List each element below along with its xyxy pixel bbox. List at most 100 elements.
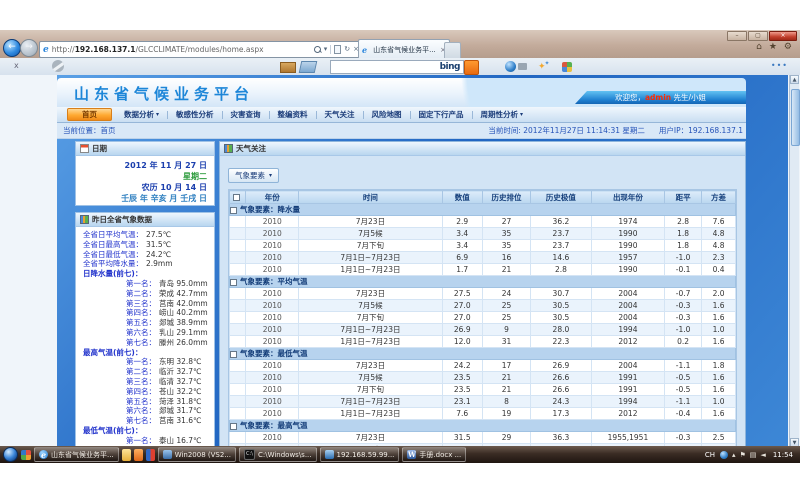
volume-icon[interactable]: ◄ bbox=[760, 451, 765, 459]
rank-label: 第一名： bbox=[126, 279, 156, 288]
group-row[interactable]: 气象要素：降水量 bbox=[230, 204, 736, 216]
nav-item-3[interactable]: 灾害查询 bbox=[223, 109, 269, 120]
cell: 2010 bbox=[246, 396, 299, 408]
group-row[interactable]: 气象要素：平均气温 bbox=[230, 276, 736, 288]
action-center-flag-icon[interactable]: ⚑ bbox=[740, 451, 746, 459]
table-row[interactable]: 20107月23日24.21726.92004-1.11.8 bbox=[230, 360, 736, 372]
cell: 14.6 bbox=[531, 252, 592, 264]
table-row[interactable]: 20101月1日~7月23日1.7212.81990-0.10.4 bbox=[230, 264, 736, 276]
start-button[interactable] bbox=[3, 447, 18, 462]
table-row[interactable]: 20101月1日~7月23日12.03122.320120.21.6 bbox=[230, 336, 736, 348]
scroll-up-arrow[interactable]: ▲ bbox=[790, 75, 799, 84]
nav-item-0[interactable]: 首页 bbox=[67, 108, 112, 121]
table-row[interactable]: 20107月1日~7月23日6.91614.61957-1.02.3 bbox=[230, 252, 736, 264]
nav-item-4[interactable]: 整编资料 bbox=[270, 109, 316, 120]
weather-panel-header: 天气关注 bbox=[220, 142, 745, 156]
table-row[interactable]: 20107月下旬3.43523.719901.84.8 bbox=[230, 240, 736, 252]
nav-item-1[interactable]: 数据分析▾ bbox=[116, 109, 167, 120]
minimize-button[interactable]: – bbox=[727, 31, 747, 41]
vertical-scrollbar[interactable]: ▲ ▼ bbox=[789, 75, 799, 447]
table-row[interactable]: 20107月5候27.02530.52004-0.31.6 bbox=[230, 300, 736, 312]
toolbar-close-button[interactable]: x bbox=[14, 61, 19, 70]
table-row[interactable]: 20107月1日~7月23日26.9928.01994-1.01.0 bbox=[230, 324, 736, 336]
language-indicator[interactable]: CH bbox=[705, 451, 715, 459]
share-tool-icon[interactable] bbox=[562, 60, 572, 73]
table-row[interactable]: 20107月23日27.52430.72004-0.72.0 bbox=[230, 288, 736, 300]
compatibility-view-icon[interactable] bbox=[334, 45, 341, 54]
table-row[interactable]: 20107月23日31.52936.31955,1951-0.32.5 bbox=[230, 432, 736, 444]
address-bar[interactable]: e http://192.168.137.1/GLCCLIMATE/module… bbox=[39, 41, 363, 58]
checkbox-icon[interactable] bbox=[230, 279, 237, 286]
search-icon[interactable] bbox=[314, 46, 321, 53]
taskbar-button-cmd[interactable]: C:\C:\Windows\s... bbox=[239, 447, 317, 462]
taskbar-button-rdp[interactable]: 192.168.59.99... bbox=[320, 447, 400, 462]
rank-value: 莒南 31.6℃ bbox=[159, 416, 202, 425]
ball-pinned-icon[interactable] bbox=[146, 449, 155, 461]
cell: 1990 bbox=[591, 228, 664, 240]
table-row[interactable]: 20107月5候3.43523.719901.84.8 bbox=[230, 228, 736, 240]
video-tool-icon[interactable] bbox=[505, 60, 527, 73]
cell: -0.1 bbox=[665, 264, 702, 276]
table-row[interactable]: 20107月下旬23.52126.61991-0.51.6 bbox=[230, 384, 736, 396]
home-icon[interactable]: ⌂ bbox=[756, 42, 762, 52]
media-pinned-icon[interactable] bbox=[134, 449, 143, 461]
back-button[interactable]: ← bbox=[3, 39, 21, 57]
taskbar-button-vm[interactable]: Win2008 (VS2... bbox=[158, 447, 236, 462]
maximize-button[interactable]: ▢ bbox=[748, 31, 768, 41]
vm-icon bbox=[163, 450, 172, 459]
folder-pinned-icon[interactable] bbox=[122, 449, 131, 461]
rank-value: 莒南 42.0mm bbox=[159, 299, 208, 308]
row-select-cell bbox=[230, 384, 246, 396]
quick-launch-icon[interactable] bbox=[21, 450, 31, 460]
cell: -0.5 bbox=[665, 384, 702, 396]
browser-tab[interactable]: e 山东省气候业务平... × bbox=[358, 39, 450, 59]
tab-title: 山东省气候业务平... bbox=[373, 45, 437, 55]
cell: 1974 bbox=[591, 216, 664, 228]
row-select-cell bbox=[230, 408, 246, 420]
toolbar-logo-icon[interactable] bbox=[52, 60, 64, 72]
cell: 2.3 bbox=[702, 252, 736, 264]
search-go-button[interactable] bbox=[464, 60, 479, 75]
tools-gear-icon[interactable]: ⚙ bbox=[784, 42, 792, 52]
nav-item-6[interactable]: 风险地图 bbox=[364, 109, 410, 120]
favorites-star-icon[interactable]: ★ bbox=[769, 42, 777, 52]
taskbar-clock[interactable]: 11:54 bbox=[773, 451, 793, 459]
cell: 2010 bbox=[246, 324, 299, 336]
group-row[interactable]: 气象要素：最高气温 bbox=[230, 420, 736, 432]
nav-item-7[interactable]: 固定下行产品 bbox=[411, 109, 472, 120]
table-row[interactable]: 20107月1日~7月23日23.1824.31994-1.11.0 bbox=[230, 396, 736, 408]
table-row[interactable]: 20107月23日2.92736.219742.87.6 bbox=[230, 216, 736, 228]
taskbar-button-ie[interactable]: e山东省气候业务平... bbox=[34, 447, 119, 462]
refresh-icon[interactable]: ↻ bbox=[344, 46, 350, 53]
show-hidden-icons[interactable]: ▴ bbox=[732, 451, 736, 459]
row-select-cell bbox=[230, 300, 246, 312]
nav-item-8[interactable]: 周期性分析▾ bbox=[473, 109, 532, 120]
taskbar-button-word[interactable]: W手册.docx ... bbox=[402, 447, 466, 462]
forward-button[interactable]: → bbox=[20, 39, 38, 57]
group-row[interactable]: 气象要素：最低气温 bbox=[230, 348, 736, 360]
card-icon[interactable] bbox=[280, 62, 296, 73]
cell: -1.1 bbox=[665, 360, 702, 372]
nav-item-5[interactable]: 天气关注 bbox=[317, 109, 363, 120]
checkbox-icon[interactable] bbox=[230, 207, 237, 214]
element-filter-button[interactable]: 气象要素▾ bbox=[228, 168, 279, 183]
toolbar-more-button[interactable]: ••• bbox=[771, 61, 788, 70]
table-row[interactable]: 20107月5候23.52126.61991-0.51.6 bbox=[230, 372, 736, 384]
network-status-icon[interactable]: ▤ bbox=[750, 451, 757, 459]
table-row[interactable]: 20101月1日~7月23日7.61917.32012-0.41.6 bbox=[230, 408, 736, 420]
chevron-down-icon[interactable]: ▾ bbox=[324, 46, 328, 53]
nav-item-2[interactable]: 敏感性分析 bbox=[168, 109, 222, 120]
select-all-checkbox[interactable] bbox=[230, 191, 246, 204]
close-button[interactable]: × bbox=[769, 31, 797, 41]
checkbox-icon[interactable] bbox=[230, 351, 237, 358]
cell: 3.4 bbox=[442, 240, 482, 252]
bing-search-input[interactable]: bing bbox=[330, 60, 464, 74]
checkbox-icon[interactable] bbox=[230, 423, 237, 430]
send-mail-icon[interactable] bbox=[299, 61, 318, 73]
highlight-tool-icon[interactable]: ✦✦ bbox=[538, 60, 550, 73]
cell: 16 bbox=[482, 252, 530, 264]
scrollbar-thumb[interactable] bbox=[791, 89, 800, 146]
network-globe-icon[interactable] bbox=[720, 451, 728, 459]
cell: -0.3 bbox=[665, 312, 702, 324]
table-row[interactable]: 20107月下旬27.02530.52004-0.31.6 bbox=[230, 312, 736, 324]
